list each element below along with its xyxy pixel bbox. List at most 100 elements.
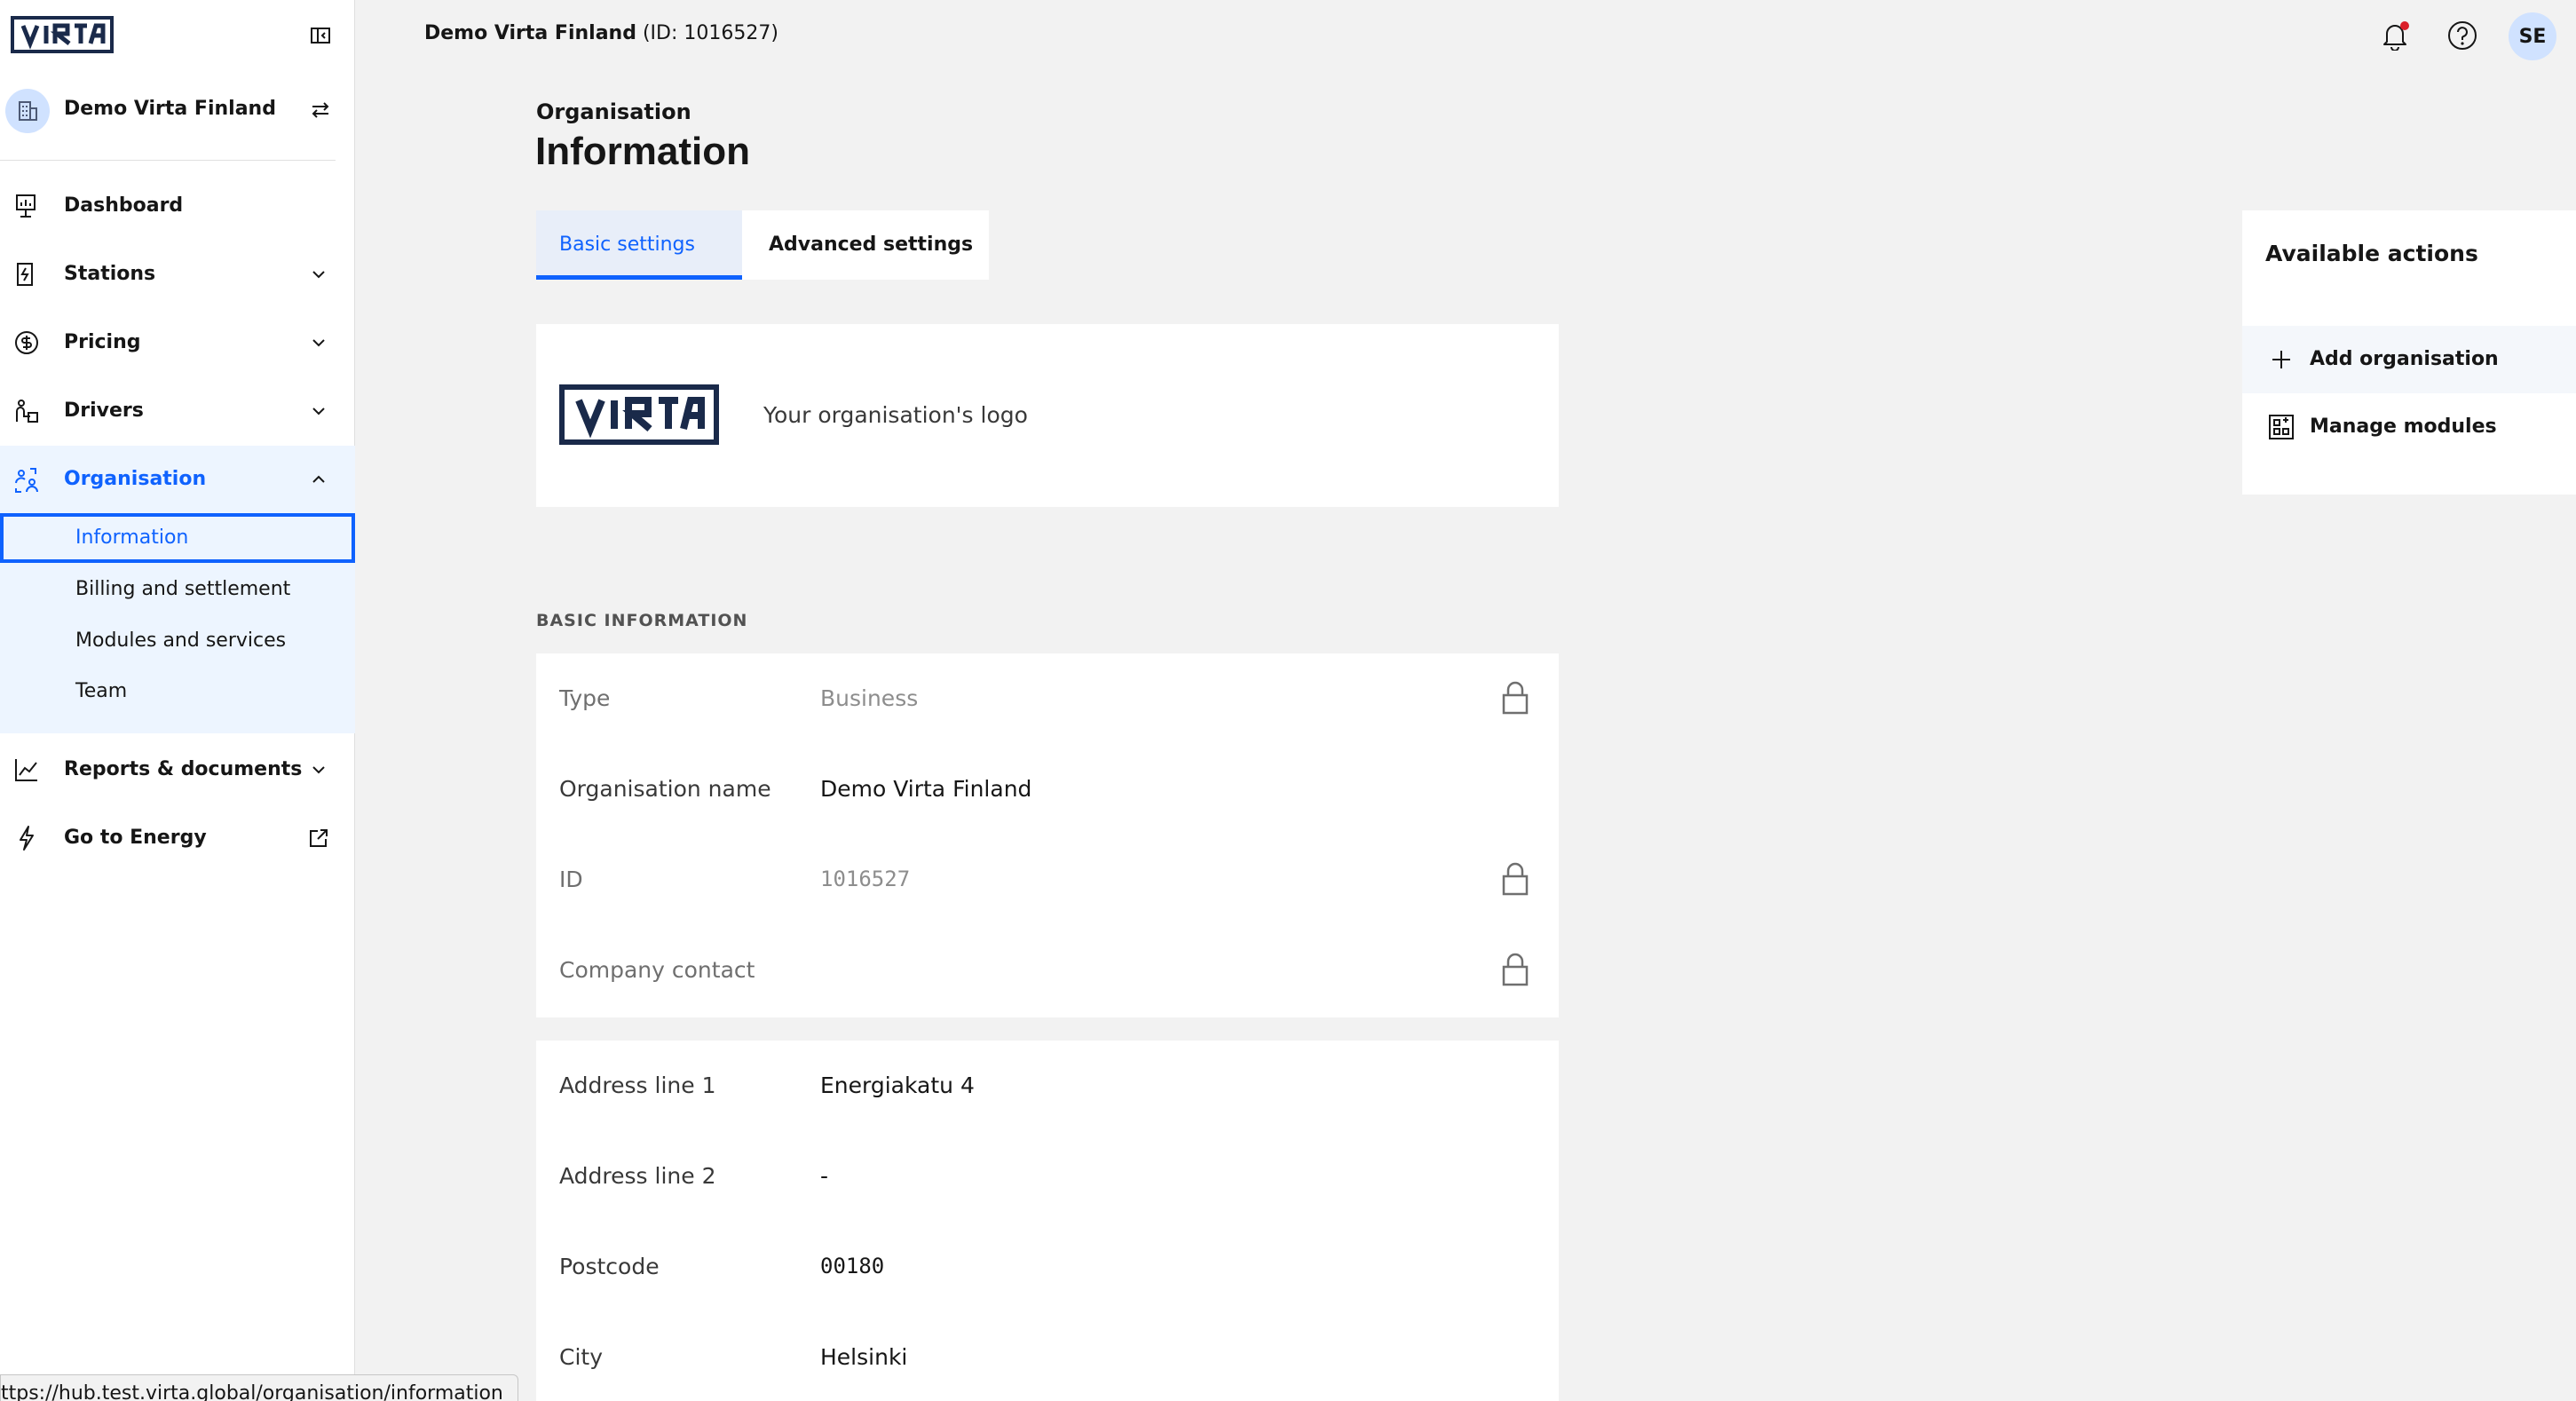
sidebar-item-label: Dashboard	[64, 194, 184, 217]
charging-station-icon	[17, 263, 33, 286]
external-link-icon	[310, 829, 328, 847]
add-organisation-button[interactable]: Add organisation	[2242, 326, 2576, 393]
driver-icon	[16, 400, 38, 423]
sidebar-subitem-team[interactable]: Team	[0, 667, 355, 716]
logo-caption: Your organisation's logo	[763, 402, 1028, 428]
sidebar-item-dashboard[interactable]: Dashboard	[0, 172, 355, 240]
field-value: Business	[820, 685, 919, 711]
field-value: 1016527	[820, 867, 911, 891]
sidebar-subitem-label: Team	[75, 680, 128, 702]
building-icon	[5, 89, 50, 133]
action-label: Manage modules	[2310, 416, 2497, 438]
logo-card: Your organisation's logo	[536, 324, 1559, 507]
sidebar-item-pricing[interactable]: Pricing	[0, 309, 355, 376]
sidebar-item-label: Go to Energy	[64, 827, 207, 849]
field-value: Helsinki	[820, 1344, 908, 1370]
field-row-organisation-name[interactable]: Organisation name Demo Virta Finland	[536, 744, 1559, 835]
action-label: Add organisation	[2310, 348, 2499, 370]
lock-icon	[1502, 953, 1529, 986]
tab-advanced-settings[interactable]: Advanced settings	[742, 210, 989, 280]
field-row-type: Type Business	[536, 653, 1559, 744]
dollar-circle-icon	[15, 331, 38, 354]
page-eyebrow: Organisation	[536, 99, 691, 124]
manage-modules-button[interactable]: Manage modules	[2242, 393, 2576, 461]
sidebar-item-reports[interactable]: Reports & documents	[0, 736, 355, 803]
modules-icon	[2269, 415, 2294, 439]
chevron-down-icon	[312, 766, 325, 774]
field-row-postcode[interactable]: Postcode 00180	[536, 1222, 1559, 1312]
plus-icon	[2272, 351, 2290, 368]
sidebar-subitem-information[interactable]: Information	[0, 513, 355, 563]
field-value: -	[820, 1163, 829, 1189]
sidebar-item-label: Drivers	[64, 400, 144, 422]
header-org-id: (ID: 1016527)	[642, 22, 778, 44]
field-row-address-line-2[interactable]: Address line 2 -	[536, 1131, 1559, 1222]
sidebar-item-drivers[interactable]: Drivers	[0, 377, 355, 445]
sidebar-item-label: Pricing	[64, 331, 141, 353]
sidebar-item-organisation[interactable]: Organisation	[0, 446, 355, 513]
collapse-sidebar-button[interactable]	[306, 21, 335, 50]
field-row-address-line-1[interactable]: Address line 1 Energiakatu 4	[536, 1041, 1559, 1131]
sidebar-subitem-billing[interactable]: Billing and settlement	[0, 565, 355, 614]
lightning-icon	[20, 826, 34, 851]
settings-tabs: Basic settings Advanced settings	[536, 210, 989, 280]
sidebar-item-label: Reports & documents	[64, 758, 303, 780]
sidebar-item-stations[interactable]: Stations	[0, 241, 355, 308]
section-label-basic-information: BASIC INFORMATION	[536, 611, 748, 630]
organisation-icon	[15, 468, 38, 493]
virta-logo[interactable]	[11, 16, 114, 53]
notification-badge	[2400, 21, 2409, 30]
lock-icon	[1502, 862, 1529, 896]
available-actions-panel: Available actions Add organisation Manag…	[2242, 210, 2576, 495]
field-value: Energiakatu 4	[820, 1073, 975, 1098]
sidebar-item-go-to-energy[interactable]: Go to Energy	[0, 804, 355, 872]
field-label: Address line 2	[559, 1163, 716, 1189]
field-value: Demo Virta Finland	[820, 776, 1032, 802]
status-bar-url: ttps://hub.test.virta.global/organisatio…	[0, 1374, 518, 1401]
sidebar-collapse-icon	[311, 28, 330, 44]
tab-basic-settings[interactable]: Basic settings	[536, 210, 742, 280]
organisation-logo[interactable]	[559, 384, 719, 445]
field-value: 00180	[820, 1254, 885, 1278]
sidebar-divider	[0, 160, 336, 161]
field-label: Organisation name	[559, 776, 771, 802]
chevron-down-icon	[312, 408, 325, 416]
field-row-company-contact: Company contact	[536, 925, 1559, 1016]
field-label: City	[559, 1344, 603, 1370]
sidebar-subitem-label: Modules and services	[75, 629, 287, 652]
field-row-city[interactable]: City Helsinki	[536, 1312, 1559, 1401]
user-avatar[interactable]: SE	[2509, 12, 2556, 60]
field-row-id: ID 1016527	[536, 835, 1559, 925]
sidebar: Demo Virta Finland Dashboard Stations Pr…	[0, 0, 518, 1401]
notifications-button[interactable]	[2375, 16, 2414, 55]
field-label: ID	[559, 867, 583, 892]
sidebar-item-label: Stations	[64, 263, 156, 285]
organisation-submenu: Information Billing and settlement Modul…	[0, 513, 355, 733]
help-button[interactable]	[2443, 16, 2482, 55]
help-icon	[2448, 21, 2477, 50]
org-switcher[interactable]: Demo Virta Finland	[0, 85, 336, 135]
lock-icon	[1502, 681, 1529, 715]
field-label: Type	[559, 685, 611, 711]
brand-row	[0, 0, 355, 69]
field-label: Company contact	[559, 957, 755, 983]
switch-org-button[interactable]	[306, 96, 335, 124]
sidebar-subitem-label: Information	[75, 526, 189, 549]
address-card: Address line 1 Energiakatu 4 Address lin…	[536, 1041, 1559, 1401]
sidebar-item-label: Organisation	[64, 468, 207, 490]
chevron-down-icon	[312, 339, 325, 347]
arrows-swap-icon	[312, 102, 329, 118]
header-org-name: Demo Virta Finland	[424, 22, 636, 44]
field-label: Address line 1	[559, 1073, 716, 1098]
dashboard-icon	[16, 194, 36, 218]
field-label: Postcode	[559, 1254, 660, 1279]
sidebar-subitem-modules[interactable]: Modules and services	[0, 616, 355, 666]
basic-info-card: Type Business Organisation name Demo Vir…	[536, 653, 1559, 1017]
page-title: Information	[535, 130, 750, 173]
chevron-down-icon	[312, 271, 325, 279]
header-org-label: Demo Virta Finland (ID: 1016527)	[424, 22, 778, 44]
actions-title: Available actions	[2265, 241, 2478, 266]
sidebar-subitem-label: Billing and settlement	[75, 578, 291, 600]
chevron-up-icon	[312, 475, 325, 483]
chart-line-icon	[15, 759, 37, 781]
